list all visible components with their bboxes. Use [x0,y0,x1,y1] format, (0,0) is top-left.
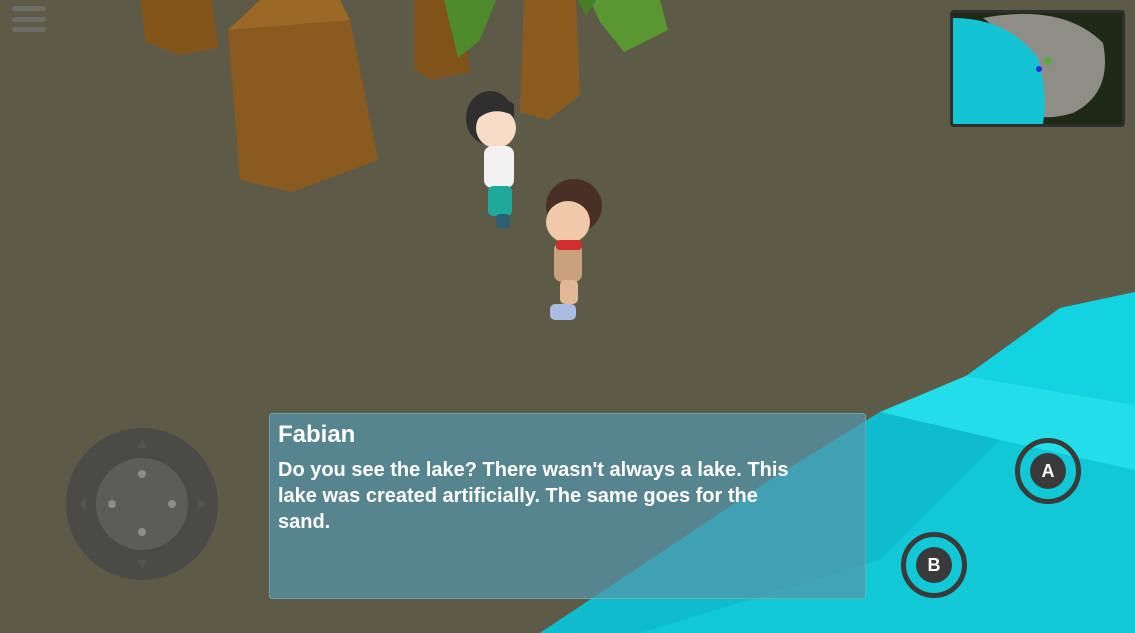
menu-button[interactable] [12,6,46,32]
player-marker [1036,66,1042,72]
a-button[interactable]: A [1015,438,1081,504]
virtual-joystick[interactable] [66,428,218,580]
b-button[interactable]: B [901,532,967,598]
minimap-view [953,13,1122,124]
tree-marker [1044,57,1052,65]
dialog-text: Do you see the lake? There wasn't always… [278,459,789,533]
minimap[interactable] [950,10,1125,127]
dialog-speaker-name: Fabian [278,421,356,448]
joystick-dpad-icon [66,428,218,580]
dialog-box[interactable]: Fabian Do you see the lake? There wasn't… [269,413,866,599]
a-button-label: A [1030,453,1066,489]
b-button-label: B [916,547,952,583]
hamburger-menu-icon [12,6,46,11]
